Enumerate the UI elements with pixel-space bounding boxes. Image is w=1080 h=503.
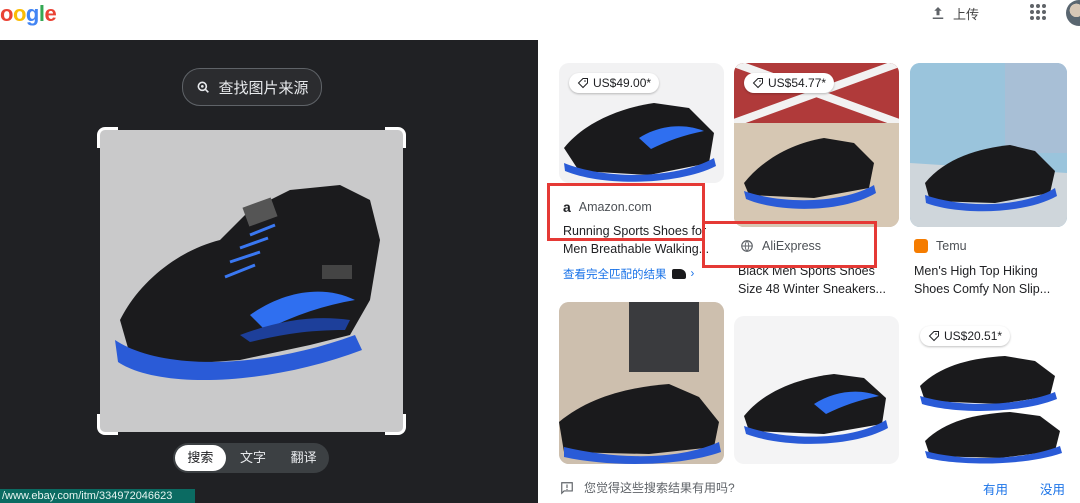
crop-corner-tl[interactable] xyxy=(97,127,118,148)
lens-mode-tabs: 搜索 文字 翻译 xyxy=(173,443,329,473)
selected-image[interactable] xyxy=(97,127,406,435)
exact-match-label: 查看完全匹配的结果 xyxy=(563,269,667,281)
price-tag-icon xyxy=(577,78,588,89)
tab-translate[interactable]: 翻译 xyxy=(278,445,329,471)
price-badge: US$54.77* xyxy=(744,73,835,93)
result-source-3[interactable]: Temu xyxy=(914,239,967,253)
result-title-3[interactable]: Men's High Top Hiking Shoes Comfy Non Sl… xyxy=(914,262,1074,298)
crop-corner-bl[interactable] xyxy=(97,414,118,435)
find-source-label: 查找图片来源 xyxy=(218,79,309,97)
result-image-2[interactable]: US$54.77* xyxy=(734,63,899,227)
price-badge: US$49.00* xyxy=(569,73,660,93)
find-image-source-button[interactable]: 查找图片来源 xyxy=(182,68,322,106)
price-text: US$20.51* xyxy=(944,329,1003,343)
temu-icon xyxy=(914,239,928,253)
account-avatar[interactable] xyxy=(1066,0,1080,26)
apps-grid-icon[interactable] xyxy=(1030,4,1046,20)
result-image-3[interactable] xyxy=(910,63,1067,227)
price-tag-icon xyxy=(928,331,939,342)
upload-label: 上传 xyxy=(953,6,980,22)
price-text: US$49.00* xyxy=(593,76,652,90)
highlight-box-aliexpress xyxy=(702,221,877,268)
price-badge: US$20.51* xyxy=(920,326,1011,346)
upload-button[interactable]: 上传 xyxy=(929,3,979,23)
source-label: Temu xyxy=(936,239,967,253)
upload-icon xyxy=(932,7,944,19)
highlight-box-amazon xyxy=(547,183,705,241)
top-bar: oogle 上传 xyxy=(0,0,1080,40)
crop-corner-tr[interactable] xyxy=(385,127,406,148)
feedback-bar: 您觉得这些搜索结果有用吗? xyxy=(560,479,735,496)
tab-search[interactable]: 搜索 xyxy=(175,445,226,471)
result-image-4[interactable] xyxy=(559,302,724,464)
price-tag-icon xyxy=(752,78,763,89)
price-text: US$54.77* xyxy=(768,76,827,90)
feedback-yes-button[interactable]: 有用 xyxy=(983,479,1008,498)
status-url: /www.ebay.com/itm/334972046623 xyxy=(0,489,195,503)
result-image-5[interactable] xyxy=(734,316,899,464)
feedback-icon xyxy=(561,481,573,495)
tab-text[interactable]: 文字 xyxy=(228,445,279,471)
shoe-image xyxy=(910,63,1067,227)
shoe-image xyxy=(559,302,724,464)
shoe-thumb-icon xyxy=(671,269,686,279)
shoe-image xyxy=(744,374,888,444)
shoe-image xyxy=(115,185,380,381)
exact-match-link[interactable]: 查看完全匹配的结果 › xyxy=(563,266,694,282)
chevron-right-icon: › xyxy=(690,268,695,280)
lens-search-icon xyxy=(198,81,210,93)
google-logo[interactable]: oogle xyxy=(0,1,57,27)
crop-corner-br[interactable] xyxy=(385,414,406,435)
feedback-question: 您觉得这些搜索结果有用吗? xyxy=(584,481,735,495)
result-image-1[interactable]: US$49.00* xyxy=(559,63,724,183)
result-image-6[interactable]: US$20.51* xyxy=(910,316,1067,464)
feedback-no-button[interactable]: 没用 xyxy=(1040,479,1065,498)
